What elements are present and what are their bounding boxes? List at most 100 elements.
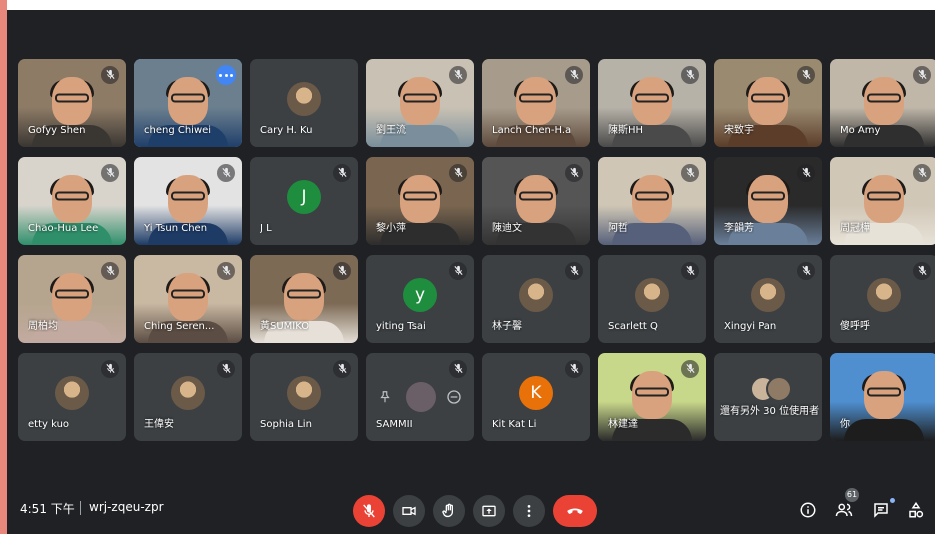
mute-remote-icon[interactable] (406, 382, 436, 412)
mic-off-icon (565, 360, 583, 378)
participant-name: 劉王流 (376, 125, 406, 136)
participant-name: cheng Chiwei (144, 125, 212, 136)
participant-tile[interactable]: 黎小萍 (366, 157, 474, 245)
mic-off-icon (681, 164, 699, 182)
mic-off-icon (217, 360, 235, 378)
mic-off-icon (797, 164, 815, 182)
participant-tile[interactable]: y yiting Tsai (366, 255, 474, 343)
mic-off-icon (333, 164, 351, 182)
mic-off-icon (449, 164, 467, 182)
mic-off-icon (333, 360, 351, 378)
participant-tile[interactable]: Cary H. Ku (250, 59, 358, 147)
end-call-icon (567, 508, 583, 514)
participant-name: Sophia Lin (260, 419, 312, 430)
separator (80, 501, 81, 515)
mic-off-icon (217, 262, 235, 280)
participant-tile[interactable]: 李韻芳 (714, 157, 822, 245)
mic-off-icon (565, 164, 583, 182)
participant-tile[interactable]: 你 (830, 353, 935, 441)
mic-toggle-button[interactable] (353, 495, 385, 527)
participant-name: SAMMII (376, 419, 413, 430)
avatar (287, 82, 321, 117)
left-window-border (0, 0, 7, 534)
participant-name: Yi Tsun Chen (144, 223, 208, 234)
avatar (171, 376, 205, 411)
participant-name: 還有另外 30 位使用者 (720, 406, 820, 417)
present-screen-button[interactable] (473, 495, 505, 527)
participant-tile[interactable]: 劉王流 (366, 59, 474, 147)
tile-hover-controls (376, 382, 466, 412)
mic-off-icon (363, 504, 375, 518)
participant-tile[interactable]: SAMMII (366, 353, 474, 441)
participant-tile[interactable]: Lanch Chen-H.a (482, 59, 590, 147)
camera-icon (402, 506, 416, 516)
participant-name: Scarlett Q (608, 321, 658, 332)
mic-off-icon (101, 262, 119, 280)
participant-tile[interactable]: 黃SUMIKO (250, 255, 358, 343)
participant-tile[interactable]: Xingyi Pan (714, 255, 822, 343)
participant-tile[interactable]: cheng Chiwei (134, 59, 242, 147)
participant-name: Gofyy Shen (28, 125, 86, 136)
avatar (635, 278, 669, 313)
participant-name: 宋致宇 (724, 125, 754, 136)
activities-button[interactable] (904, 498, 928, 522)
more-options-button[interactable] (513, 495, 545, 527)
participant-tile[interactable]: Yi Tsun Chen (134, 157, 242, 245)
mic-off-icon (449, 360, 467, 378)
avatar (287, 376, 321, 411)
chat-notification-dot (890, 498, 895, 503)
remove-icon[interactable] (446, 389, 462, 405)
participant-tile[interactable]: 林建達 (598, 353, 706, 441)
clock-time: 4:51 下午 (20, 502, 75, 516)
activities-icon (909, 501, 924, 518)
participant-tile[interactable]: Mo Amy (830, 59, 935, 147)
top-window-border (7, 0, 935, 10)
mic-off-icon (101, 66, 119, 84)
participant-tile[interactable]: Scarlett Q (598, 255, 706, 343)
participant-name: 林建達 (608, 419, 638, 430)
participant-tile[interactable]: Chao-Hua Lee (18, 157, 126, 245)
participant-tile[interactable]: 周冠樺 (830, 157, 935, 245)
participant-name: 阿哲 (608, 223, 628, 234)
camera-toggle-button[interactable] (393, 495, 425, 527)
participant-tile[interactable]: 林子馨 (482, 255, 590, 343)
participant-tile[interactable]: 陳斯HH (598, 59, 706, 147)
mic-off-icon (449, 66, 467, 84)
participant-tile[interactable]: J J L (250, 157, 358, 245)
participant-name: etty kuo (28, 419, 70, 430)
participant-tile[interactable]: 陳迪文 (482, 157, 590, 245)
participant-tile[interactable]: 王偉安 (134, 353, 242, 441)
avatar: y (403, 278, 437, 313)
meeting-code[interactable]: wrj-zqeu-zpr (89, 500, 164, 514)
participant-tile[interactable]: 阿哲 (598, 157, 706, 245)
participant-tile[interactable]: 周柏均 (18, 255, 126, 343)
raise-hand-button[interactable] (433, 495, 465, 527)
avatar: J (287, 180, 321, 215)
more-icon (527, 505, 531, 517)
participant-tile[interactable]: Ching Seren... (134, 255, 242, 343)
pin-icon[interactable] (378, 390, 392, 404)
participant-name: yiting Tsai (376, 321, 426, 332)
raise-hand-icon (442, 503, 453, 518)
mic-off-icon (217, 164, 235, 182)
participant-name: 黎小萍 (376, 223, 406, 234)
participant-tile[interactable]: Sophia Lin (250, 353, 358, 441)
participant-name: 陳斯HH (608, 125, 644, 136)
participant-tile[interactable]: Gofyy Shen (18, 59, 126, 147)
participant-tile[interactable]: K Kit Kat Li (482, 353, 590, 441)
participant-tile[interactable]: etty kuo (18, 353, 126, 441)
mic-off-icon (101, 164, 119, 182)
mic-off-icon (797, 262, 815, 280)
mic-off-icon (101, 360, 119, 378)
more-options-icon[interactable] (216, 65, 236, 85)
present-icon (482, 505, 496, 517)
meeting-details-button[interactable] (796, 498, 820, 522)
mic-off-icon (565, 66, 583, 84)
leave-call-button[interactable] (553, 495, 597, 527)
mic-off-icon (681, 360, 699, 378)
participant-tile[interactable]: 宋致宇 (714, 59, 822, 147)
participant-name: Kit Kat Li (492, 419, 537, 430)
participant-tile[interactable]: 傻呼呼 (830, 255, 935, 343)
participant-tile[interactable]: 還有另外 30 位使用者 (714, 353, 822, 441)
participant-name: 周柏均 (28, 321, 58, 332)
